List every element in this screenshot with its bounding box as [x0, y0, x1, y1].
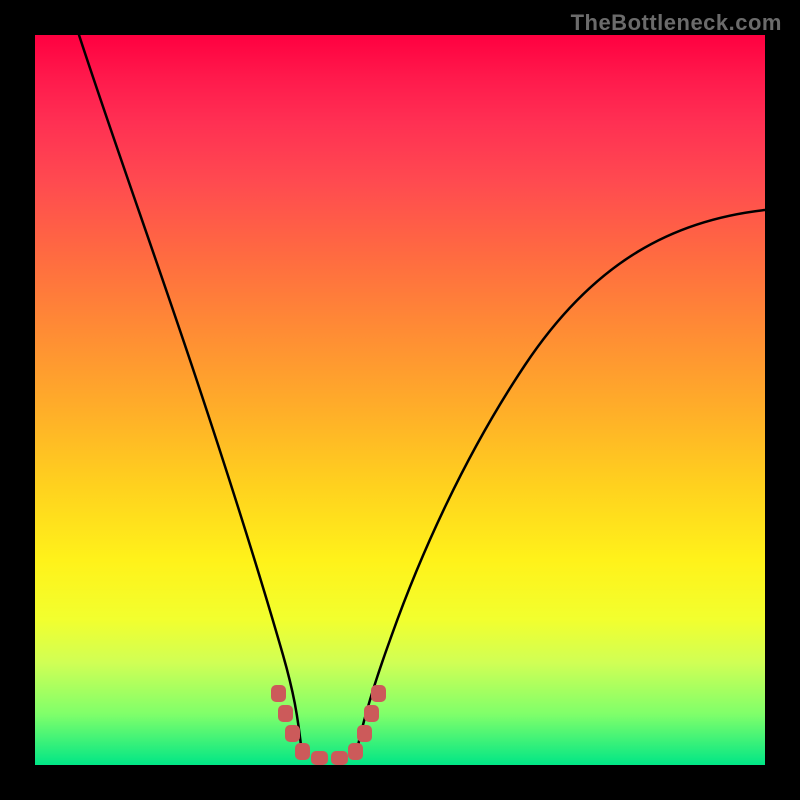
- watermark-text: TheBottleneck.com: [571, 10, 782, 36]
- marker-dot: [348, 743, 363, 760]
- chart-container: TheBottleneck.com: [0, 0, 800, 800]
- marker-dot: [331, 751, 348, 765]
- marker-dot: [357, 725, 372, 742]
- curve-right-branch: [356, 210, 765, 755]
- marker-dot: [278, 705, 293, 722]
- marker-dot: [364, 705, 379, 722]
- marker-dot: [271, 685, 286, 702]
- valley-markers: [271, 685, 386, 765]
- curve-left-branch: [79, 35, 302, 755]
- plot-area: [35, 35, 765, 765]
- marker-dot: [295, 743, 310, 760]
- curve-layer: [35, 35, 765, 765]
- marker-dot: [371, 685, 386, 702]
- marker-dot: [311, 751, 328, 765]
- marker-dot: [285, 725, 300, 742]
